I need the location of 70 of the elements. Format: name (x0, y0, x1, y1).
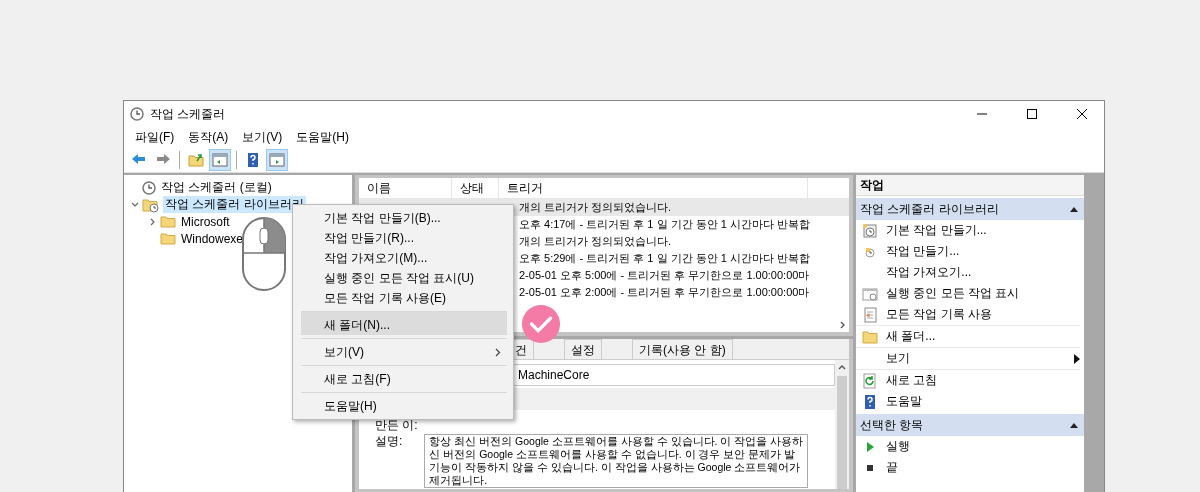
task-list-icon (862, 285, 878, 302)
table-cell: 오후 5:29에 - 트리거된 후 1 일 기간 동안 1 시간마다 반복합 (519, 251, 810, 266)
table-cell: 오후 4:17에 - 트리거된 후 1 일 기간 동안 1 시간마다 반복합 (519, 217, 810, 232)
action-link[interactable]: 끝 (886, 459, 1080, 476)
tab[interactable]: 설정 (564, 339, 602, 359)
scrollbar-thumb[interactable] (837, 376, 847, 489)
help-icon (862, 393, 878, 410)
table-cell: 2-05-01 오후 2:00에 - 트리거된 후 무기한으로 1.00:00:00마 (519, 285, 810, 300)
menu-item[interactable]: 파일(F) (128, 128, 182, 146)
action-link[interactable]: 새 폴더... (886, 328, 1080, 345)
menu-item[interactable]: 새 폴더(N)... (301, 311, 507, 335)
pane-toggle-icon (268, 150, 286, 169)
pane-toggle-icon (211, 150, 229, 169)
table-cell: 2-05-01 오후 5:00에 - 트리거된 후 무기한으로 1.00:00:00마 (519, 268, 810, 283)
column-header[interactable]: 상태 (452, 178, 499, 198)
name-field[interactable]: MachineCore (513, 364, 835, 386)
close-icon (1077, 109, 1087, 119)
clock-icon (142, 180, 156, 195)
menu-item[interactable]: 동작(A) (181, 128, 236, 146)
menu-item[interactable]: 도움말(H) (301, 392, 507, 416)
clock-task-icon (862, 222, 878, 239)
collapse-icon[interactable] (1070, 422, 1078, 428)
menu-item[interactable]: 작업 만들기(R)... (301, 228, 507, 248)
collapse-icon[interactable] (1070, 206, 1078, 212)
tree-item[interactable]: 작업 스케줄러 (로컬) (159, 179, 274, 196)
menu-item[interactable]: 모든 작업 기록 사용(E) (301, 288, 507, 308)
tab[interactable]: 기록(사용 안 함) (632, 339, 733, 359)
folder-icon (862, 328, 878, 345)
description-label: 설명: (374, 434, 403, 448)
action-link[interactable]: 작업 만들기... (886, 243, 1080, 260)
refresh-icon (862, 372, 878, 389)
folder-icon (160, 232, 176, 245)
action-link[interactable]: 보기 (886, 350, 1066, 367)
log-icon (862, 306, 878, 323)
column-header[interactable]: 트리거 (499, 178, 808, 198)
app-icon (130, 107, 144, 121)
tree-item[interactable]: Windowexe (179, 231, 246, 246)
scroll-right-icon[interactable] (839, 321, 847, 329)
pane-header: 작업 (856, 175, 1084, 196)
table-cell: 개의 트리거가 정의되었습니다. (519, 234, 672, 249)
mouse-icon (241, 216, 287, 292)
column-header[interactable]: 이름 (359, 178, 452, 198)
menu-item[interactable]: 실행 중인 모든 작업 표시(U) (301, 268, 507, 288)
scroll-up-icon[interactable] (838, 364, 846, 372)
chevron-icon (495, 347, 501, 357)
menu-item[interactable]: 작업 가져오기(M)... (301, 248, 507, 268)
section-header[interactable]: 작업 스케줄러 라이브러리 (856, 198, 1084, 220)
maximize-icon (1027, 109, 1037, 119)
tree-item[interactable]: Microsoft (179, 214, 232, 229)
chevron-icon[interactable] (149, 217, 157, 226)
description-field[interactable]: 항상 최신 버전의 Google 소프트웨어를 사용할 수 있습니다. 이 작업을 사용하 신 버전의 Google 소프트웨어를 사용할 수 없습니다. 이 경우 보안 문제가 발 기능이 작동하지 않을 수 있습니다. 이 작업을 사용하는 Google 소프트웨어가 제거됩니다. (424, 434, 809, 488)
menu-item[interactable]: 보기(V) (301, 338, 507, 362)
action-link[interactable]: 실행 (886, 438, 1080, 455)
submenu-arrow-icon (1074, 353, 1080, 364)
action-link[interactable]: 작업 가져오기... (886, 264, 1080, 281)
action-link[interactable]: 실행 중인 모든 작업 표시 (886, 285, 1080, 302)
action-link[interactable]: 모든 작업 기록 사용 (886, 306, 1080, 323)
chevron-icon[interactable] (131, 200, 139, 209)
action-link[interactable]: 도움말 (886, 393, 1080, 410)
action-link[interactable]: 새로 고침 (886, 372, 1080, 389)
folder-icon (160, 215, 176, 228)
menu-item[interactable]: 도움말(H) (289, 128, 356, 146)
folder-clock-icon (142, 196, 160, 213)
window-title: 작업 스케줄러 (150, 105, 227, 123)
menu-item[interactable]: 보기(V) (235, 128, 290, 146)
action-link[interactable]: 기본 작업 만들기... (886, 222, 1080, 239)
author-label: 만든 이: (375, 418, 418, 432)
menu-item[interactable]: 새로 고침(F) (301, 365, 507, 389)
table-cell: 개의 트리거가 정의되었습니다. (519, 200, 672, 215)
section-header[interactable]: 선택한 항목 (856, 414, 1084, 436)
